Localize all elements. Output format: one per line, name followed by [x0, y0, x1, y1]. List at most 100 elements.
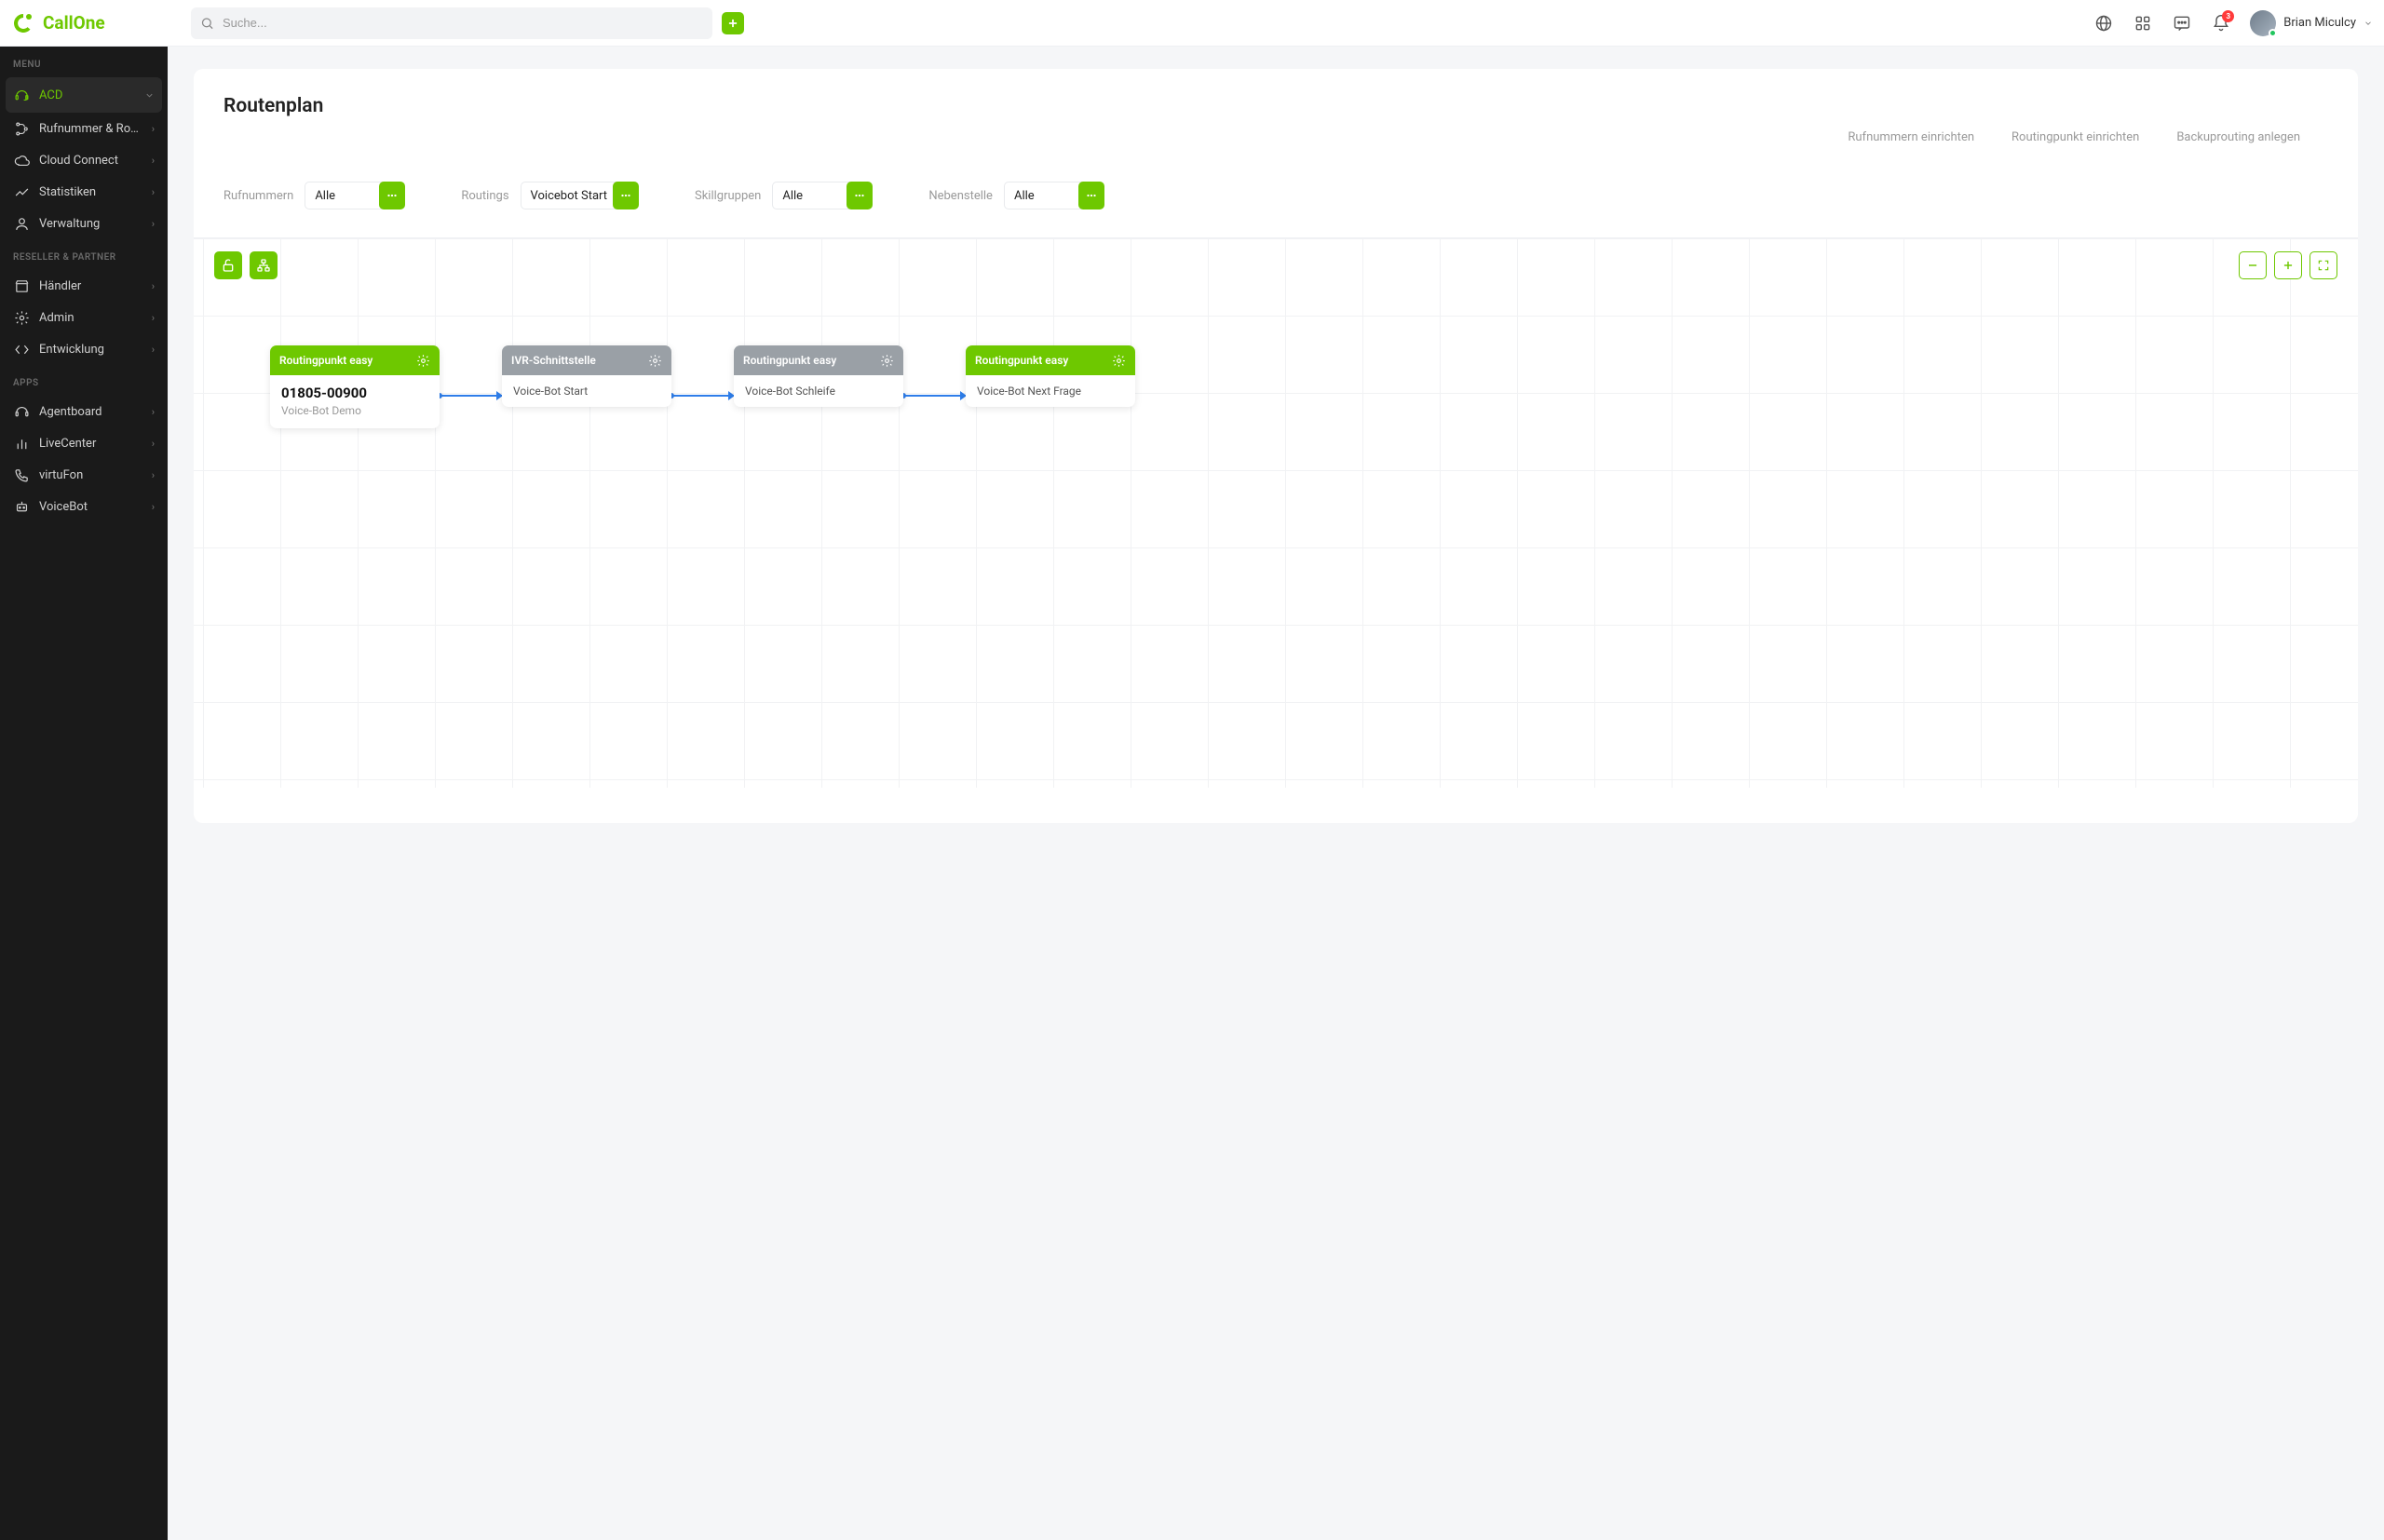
- cloud-icon: [13, 152, 30, 169]
- node-header: Routingpunkt easy: [966, 345, 1135, 375]
- hierarchy-button[interactable]: [250, 251, 278, 279]
- action-rufnummern-einrichten[interactable]: Rufnummern einrichten: [1848, 130, 1974, 144]
- logo-text: CallOne: [43, 12, 105, 34]
- user-cog-icon: [13, 215, 30, 232]
- fullscreen-button[interactable]: [2310, 251, 2337, 279]
- routing-node[interactable]: Routingpunkt easy Voice-Bot Next Frage: [966, 345, 1135, 407]
- action-routingpunkt-einrichten[interactable]: Routingpunkt einrichten: [2012, 130, 2139, 144]
- action-links: Rufnummern einrichten Routingpunkt einri…: [224, 130, 2328, 144]
- code-icon: [13, 341, 30, 358]
- sidebar-item-admin[interactable]: Admin ›: [0, 302, 168, 333]
- sidebar-item-entwicklung[interactable]: Entwicklung ›: [0, 333, 168, 365]
- filter-select-nebenstelle[interactable]: Alle: [1004, 182, 1083, 209]
- filter-menu-button[interactable]: [1078, 182, 1104, 209]
- sidebar-item-livecenter[interactable]: LiveCenter ›: [0, 427, 168, 459]
- panel: Routenplan Rufnummern einrichten Routing…: [194, 69, 2358, 823]
- routing-node[interactable]: IVR-SchnittstelleVoice-Bot Start: [502, 345, 671, 407]
- sidebar-item-label: Agentboard: [39, 405, 142, 419]
- page-title: Routenplan: [224, 95, 2328, 117]
- user-menu[interactable]: Brian Miculcy: [2250, 10, 2373, 36]
- logo-icon: [11, 11, 35, 35]
- chevron-right-icon: ›: [152, 406, 155, 418]
- node-subtitle: Voice-Bot Demo: [281, 404, 428, 417]
- chevron-right-icon: ›: [152, 344, 155, 356]
- gear-icon[interactable]: [416, 354, 430, 368]
- connector: [671, 395, 734, 397]
- filter-menu-button[interactable]: [847, 182, 873, 209]
- sidebar-item-label: Verwaltung: [39, 217, 142, 231]
- sidebar-section-menu: MENU: [0, 47, 168, 77]
- notification-badge: 3: [2222, 10, 2234, 22]
- filter-label: Skillgruppen: [695, 189, 761, 203]
- sidebar-item-label: virtuFon: [39, 468, 142, 482]
- diagram-toolbar-left: [214, 251, 278, 279]
- filter-select-routings[interactable]: Voicebot Start: [521, 182, 617, 209]
- agent-icon: [13, 403, 30, 420]
- zoom-in-button[interactable]: [2274, 251, 2302, 279]
- bars-icon: [13, 435, 30, 452]
- apps-grid-icon[interactable]: [2133, 13, 2153, 34]
- chevron-down-icon: [2364, 19, 2373, 28]
- bell-icon[interactable]: 3: [2211, 13, 2231, 34]
- filter-select-rufnummern[interactable]: Alle: [305, 182, 384, 209]
- node-header: Routingpunkt easy: [734, 345, 903, 375]
- sidebar-item-cloud-connect[interactable]: Cloud Connect ›: [0, 144, 168, 176]
- chart-icon: [13, 183, 30, 200]
- search-input[interactable]: [191, 7, 712, 39]
- filter-menu-button[interactable]: [379, 182, 405, 209]
- presence-dot: [2269, 29, 2277, 37]
- chevron-right-icon: ›: [152, 312, 155, 324]
- gear-icon[interactable]: [1112, 354, 1126, 368]
- bot-icon: [13, 498, 30, 515]
- sidebar-item-label: Cloud Connect: [39, 154, 142, 168]
- globe-icon[interactable]: [2093, 13, 2114, 34]
- connector: [440, 395, 502, 397]
- search-icon: [200, 16, 214, 30]
- chevron-right-icon: ›: [152, 218, 155, 230]
- sidebar-item-virtufon[interactable]: virtuFon ›: [0, 459, 168, 491]
- sidebar-item-verwaltung[interactable]: Verwaltung ›: [0, 208, 168, 239]
- filters: Rufnummern Alle Routings Voicebot Start …: [224, 182, 2328, 209]
- diagram-area: Routingpunkt easy01805-00900Voice-Bot De…: [194, 237, 2358, 788]
- user-name: Brian Miculcy: [2283, 16, 2356, 30]
- filter-routings: Routings Voicebot Start: [461, 182, 639, 209]
- headset-icon: [13, 87, 30, 103]
- sidebar-item-statistiken[interactable]: Statistiken ›: [0, 176, 168, 208]
- sidebar-item-voicebot[interactable]: VoiceBot ›: [0, 491, 168, 522]
- chevron-right-icon: ›: [152, 186, 155, 198]
- sidebar-item-haendler[interactable]: Händler ›: [0, 270, 168, 302]
- sidebar-item-agentboard[interactable]: Agentboard ›: [0, 396, 168, 427]
- routing-node[interactable]: Routingpunkt easy01805-00900Voice-Bot De…: [270, 345, 440, 428]
- filter-skillgruppen: Skillgruppen Alle: [695, 182, 873, 209]
- logo[interactable]: CallOne: [11, 11, 168, 35]
- sidebar-item-acd[interactable]: ACD: [6, 77, 162, 113]
- unlock-button[interactable]: [214, 251, 242, 279]
- zoom-out-button[interactable]: [2239, 251, 2267, 279]
- filter-select-skillgruppen[interactable]: Alle: [772, 182, 851, 209]
- node-title: Voice-Bot Schleife: [745, 385, 892, 398]
- filter-label: Routings: [461, 189, 508, 203]
- node-header: IVR-Schnittstelle: [502, 345, 671, 375]
- node-header-label: Routingpunkt easy: [279, 354, 372, 367]
- add-button[interactable]: [722, 12, 744, 34]
- sidebar-item-label: VoiceBot: [39, 500, 142, 514]
- node-body: Voice-Bot Next Frage: [966, 375, 1135, 407]
- node-title: Voice-Bot Next Frage: [977, 385, 1124, 398]
- filter-menu-button[interactable]: [613, 182, 639, 209]
- routing-node[interactable]: Routingpunkt easy Voice-Bot Schleife: [734, 345, 903, 407]
- chevron-right-icon: ›: [152, 280, 155, 292]
- chat-icon[interactable]: [2172, 13, 2192, 34]
- store-icon: [13, 277, 30, 294]
- avatar: [2250, 10, 2276, 36]
- diagram-canvas[interactable]: Routingpunkt easy01805-00900Voice-Bot De…: [194, 238, 2358, 788]
- route-icon: [13, 120, 30, 137]
- filter-nebenstelle: Nebenstelle Alle: [928, 182, 1104, 209]
- sidebar-item-rufnummer-routings[interactable]: Rufnummer & Routings ›: [0, 113, 168, 144]
- gear-icon[interactable]: [648, 354, 662, 368]
- filter-rufnummern: Rufnummern Alle: [224, 182, 405, 209]
- topbar: CallOne 3: [0, 0, 2384, 47]
- action-backuprouting-anlegen[interactable]: Backuprouting anlegen: [2176, 130, 2300, 144]
- sidebar-item-label: LiveCenter: [39, 437, 142, 451]
- connector: [903, 395, 966, 397]
- gear-icon[interactable]: [880, 354, 894, 368]
